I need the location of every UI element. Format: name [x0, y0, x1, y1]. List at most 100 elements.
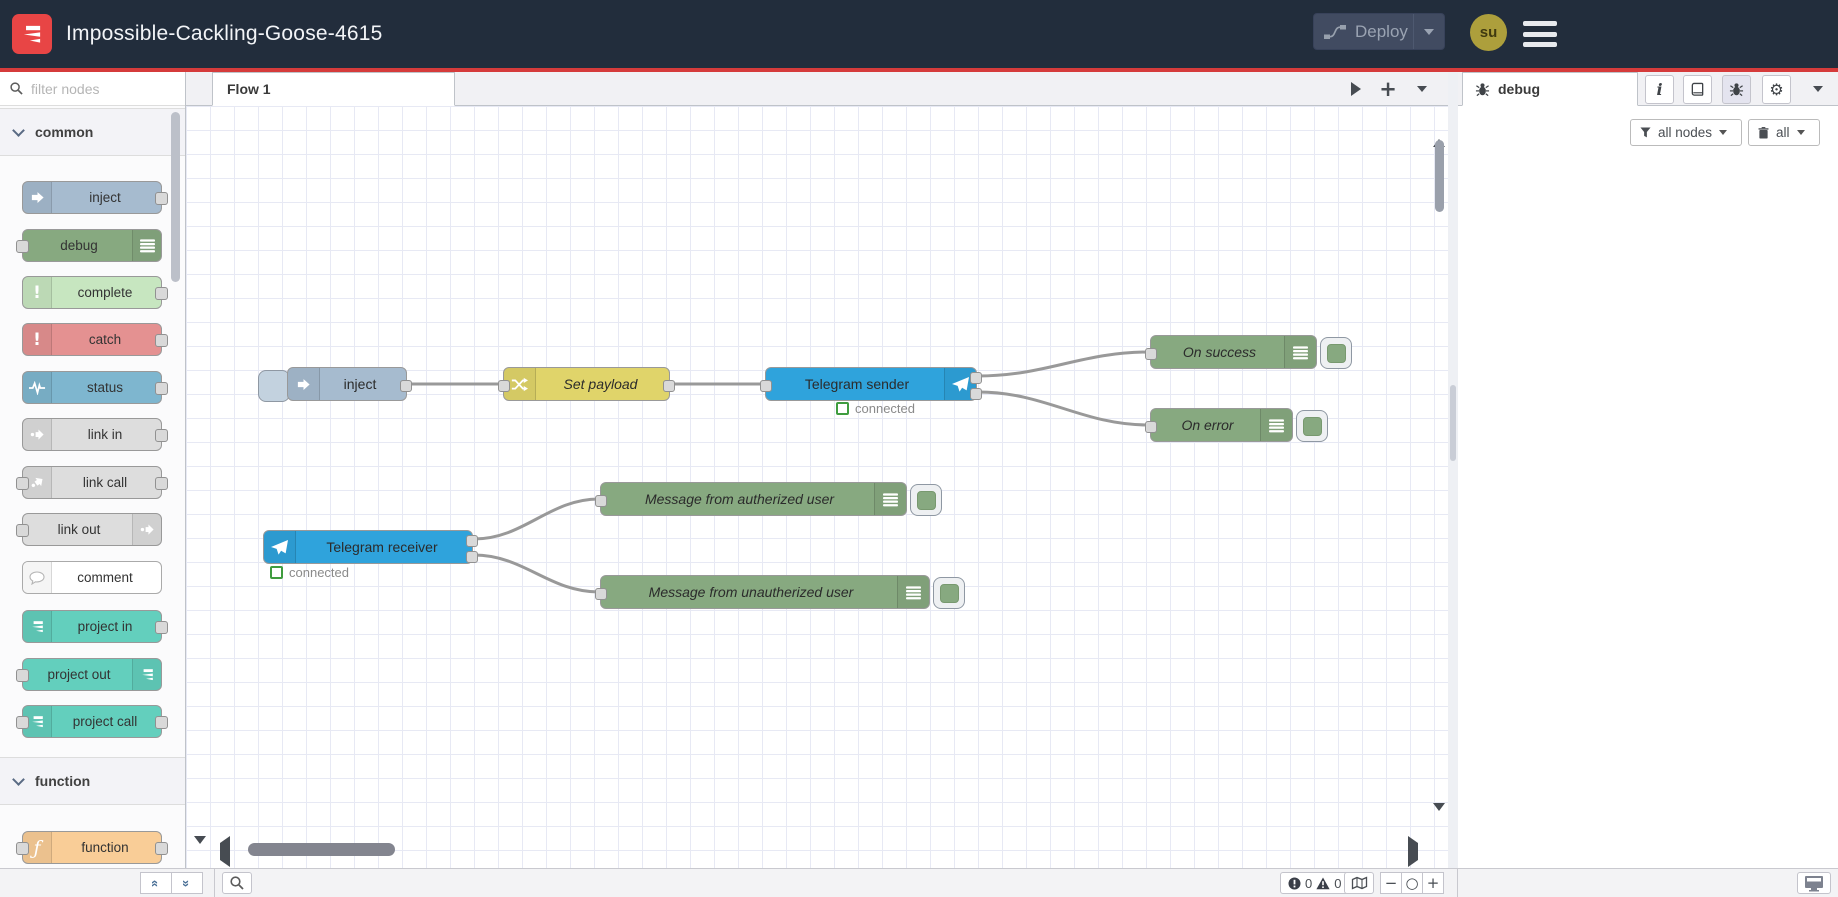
- settings-tab-button[interactable]: ⚙: [1762, 75, 1791, 104]
- node-on-success[interactable]: On success: [1145, 335, 1317, 369]
- input-port[interactable]: [16, 669, 29, 682]
- notification-counts[interactable]: 0 0: [1280, 872, 1350, 894]
- palette-node-project-out[interactable]: project out: [16, 658, 162, 691]
- input-port[interactable]: [16, 716, 29, 729]
- inject-trigger-button[interactable]: [258, 370, 290, 402]
- zoom-in-button[interactable]: +: [1422, 872, 1444, 894]
- input-port[interactable]: [498, 380, 510, 392]
- palette-node-link-call[interactable]: link call: [16, 466, 168, 499]
- zoom-out-button[interactable]: −: [1380, 872, 1402, 894]
- output-port[interactable]: [400, 380, 412, 392]
- debug-tab-button[interactable]: [1722, 75, 1751, 104]
- sidebar-menu-button[interactable]: [1806, 77, 1830, 101]
- output-port[interactable]: [155, 192, 168, 205]
- node-telegram-receiver[interactable]: Telegram receiver: [263, 530, 478, 564]
- main-menu-button[interactable]: [1523, 21, 1557, 47]
- tab-debug[interactable]: debug: [1462, 72, 1638, 106]
- input-port[interactable]: [760, 380, 772, 392]
- zoom-reset-button[interactable]: ○: [1401, 872, 1423, 894]
- output-port[interactable]: [155, 382, 168, 395]
- palette-node-inject[interactable]: inject: [22, 181, 168, 214]
- debug-toggle-button[interactable]: [910, 484, 942, 516]
- output-port[interactable]: [155, 842, 168, 855]
- wire[interactable]: [976, 390, 1151, 427]
- node-on-error[interactable]: On error: [1145, 408, 1293, 442]
- splitter-grip[interactable]: [1450, 385, 1456, 461]
- info-tab-button[interactable]: i: [1645, 75, 1674, 104]
- debug-filter-button[interactable]: all nodes: [1630, 119, 1742, 146]
- add-flow-button[interactable]: +: [1376, 77, 1400, 101]
- input-port[interactable]: [16, 477, 29, 490]
- navigator-button[interactable]: [1344, 872, 1374, 894]
- flow-workspace[interactable]: inject Set payload Telegram sender conne…: [186, 106, 1448, 868]
- palette-node-complete[interactable]: ! complete: [22, 276, 168, 309]
- sidebar-splitter[interactable]: [1448, 72, 1458, 868]
- debug-toggle-button[interactable]: [1320, 337, 1352, 369]
- output-port[interactable]: [155, 621, 168, 634]
- palette-search-input[interactable]: [29, 79, 163, 98]
- scroll-right-icon[interactable]: [1408, 836, 1418, 867]
- output-port[interactable]: [155, 716, 168, 729]
- scroll-down-icon[interactable]: [1433, 803, 1445, 829]
- canvas-search-button[interactable]: [222, 872, 252, 894]
- node-msg-authorized[interactable]: Message from autherized user: [595, 482, 907, 516]
- tab-flow-1[interactable]: Flow 1: [212, 72, 455, 106]
- output-port[interactable]: [155, 334, 168, 347]
- input-port[interactable]: [16, 524, 29, 537]
- palette-node-project-in[interactable]: project in: [22, 610, 168, 643]
- debug-toggle-button[interactable]: [1296, 410, 1328, 442]
- wire[interactable]: [472, 497, 601, 541]
- deploy-options-button[interactable]: [1413, 14, 1444, 49]
- output-port-2[interactable]: [970, 388, 982, 400]
- next-flow-button[interactable]: [1344, 77, 1368, 101]
- expand-all-button[interactable]: »: [171, 872, 203, 894]
- help-tab-button[interactable]: [1683, 75, 1712, 104]
- palette-scrollbar-thumb[interactable]: [171, 112, 180, 282]
- palette-search[interactable]: [0, 72, 185, 106]
- debug-toggle-button[interactable]: [933, 577, 965, 609]
- flow-list-button[interactable]: [1410, 77, 1434, 101]
- full-screen-button[interactable]: [1797, 872, 1831, 894]
- palette-scroll-down-icon[interactable]: [194, 836, 206, 862]
- output-port[interactable]: [155, 287, 168, 300]
- wire[interactable]: [472, 553, 601, 594]
- palette-category-function[interactable]: function: [0, 757, 185, 805]
- palette-node-project-call[interactable]: project call: [16, 705, 168, 738]
- palette-category-common[interactable]: common: [0, 108, 185, 156]
- node-telegram-sender[interactable]: Telegram sender: [760, 367, 982, 401]
- output-port[interactable]: [155, 429, 168, 442]
- user-avatar[interactable]: su: [1470, 14, 1507, 51]
- wire[interactable]: [976, 350, 1151, 378]
- input-port[interactable]: [16, 842, 29, 855]
- palette-node-catch[interactable]: ! catch: [22, 323, 168, 356]
- output-port[interactable]: [663, 380, 675, 392]
- output-port-1[interactable]: [466, 535, 478, 547]
- horizontal-scrollbar-thumb[interactable]: [248, 843, 395, 856]
- scroll-up-icon[interactable]: [1433, 122, 1445, 147]
- vertical-scrollbar-thumb[interactable]: [1435, 140, 1444, 212]
- input-port[interactable]: [1145, 348, 1157, 360]
- input-port[interactable]: [595, 588, 607, 600]
- node-msg-unauthorized[interactable]: Message from unautherized user: [595, 575, 930, 609]
- palette-node-status[interactable]: status: [22, 371, 168, 404]
- minus-icon: −: [1384, 874, 1398, 892]
- output-port[interactable]: [155, 477, 168, 490]
- output-port-1[interactable]: [970, 372, 982, 384]
- debug-message-list[interactable]: [1458, 146, 1838, 868]
- node-set-payload[interactable]: Set payload: [498, 367, 675, 401]
- palette-node-link-in[interactable]: link in: [22, 418, 168, 451]
- input-port[interactable]: [1145, 421, 1157, 433]
- scroll-left-icon[interactable]: [220, 836, 230, 867]
- collapse-all-button[interactable]: «: [140, 872, 172, 894]
- node-inject[interactable]: inject: [287, 367, 412, 401]
- palette-node-debug[interactable]: debug: [16, 229, 162, 262]
- output-port-2[interactable]: [466, 551, 478, 563]
- palette-node-link-out[interactable]: link out: [16, 513, 162, 546]
- input-port[interactable]: [16, 240, 29, 253]
- debug-clear-button[interactable]: all: [1748, 119, 1820, 146]
- palette-node-function[interactable]: ƒ function: [16, 831, 168, 864]
- input-port[interactable]: [595, 495, 607, 507]
- flowfuse-logo-icon[interactable]: [12, 14, 52, 54]
- palette-node-comment[interactable]: comment: [22, 561, 162, 594]
- deploy-button[interactable]: Deploy: [1313, 13, 1445, 50]
